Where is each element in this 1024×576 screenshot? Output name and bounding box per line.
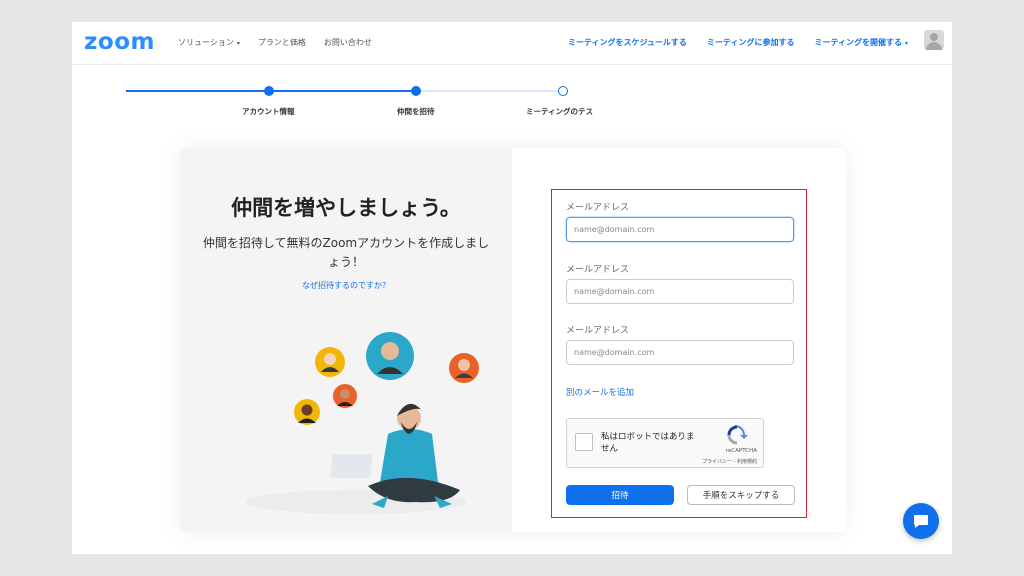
nav-contact[interactable]: お問い合わせ xyxy=(324,37,372,48)
invite-form-panel: メールアドレス メールアドレス メールアドレス 別のメールを追加 私はロボットで… xyxy=(512,148,846,532)
recaptcha-widget: 私はロボットではありません reCAPTCHA プライバシー - 利用規約 xyxy=(566,418,764,468)
nav-join-meeting[interactable]: ミーティングに参加する xyxy=(707,37,795,48)
chat-bubble-icon[interactable] xyxy=(903,503,939,539)
app-window: zoom ソリューション ▾ プランと価格 お問い合わせ ミーティングをスケジュー… xyxy=(72,22,952,554)
recaptcha-logo-icon xyxy=(727,425,748,445)
email-field-2[interactable] xyxy=(566,279,794,304)
invite-button[interactable]: 招待 xyxy=(566,485,674,505)
email-field-3[interactable] xyxy=(566,340,794,365)
step-label-test-meeting: ミーティングのテス xyxy=(526,107,594,116)
email-field-1[interactable] xyxy=(566,217,794,242)
chevron-down-icon: ▾ xyxy=(904,40,908,47)
user-avatar-icon[interactable] xyxy=(924,30,944,50)
invite-illustration xyxy=(246,332,479,514)
nav-host-meeting[interactable]: ミーティングを開催する ▾ xyxy=(814,37,908,48)
chevron-down-icon: ▾ xyxy=(236,40,240,47)
top-nav: zoom ソリューション ▾ プランと価格 お問い合わせ ミーティングをスケジュー… xyxy=(72,22,952,65)
email-label-3: メールアドレス xyxy=(566,326,630,336)
nav-solutions[interactable]: ソリューション ▾ xyxy=(178,37,240,48)
chat-icon-glyph xyxy=(914,515,928,528)
recaptcha-terms-link[interactable]: プライバシー - 利用規約 xyxy=(702,458,757,465)
recaptcha-label: 私はロボットではありません xyxy=(601,432,695,454)
step-label-account-info: アカウント情報 xyxy=(242,107,295,116)
step-dot-invite xyxy=(411,86,421,96)
step-dot-test-meeting xyxy=(558,86,568,96)
nav-left: ソリューション ▾ プランと価格 お問い合わせ xyxy=(178,37,372,48)
zoom-logo[interactable]: zoom xyxy=(84,29,155,55)
email-label-2: メールアドレス xyxy=(566,265,630,275)
invite-intro-panel: 仲間を増やしましょう。 仲間を招待して無料のZoomアカウントを作成しましょう！… xyxy=(180,148,512,532)
step-label-invite: 仲間を招待 xyxy=(397,107,435,116)
invite-form: メールアドレス メールアドレス メールアドレス 別のメールを追加 私はロボットで… xyxy=(551,189,807,518)
email-label-1: メールアドレス xyxy=(566,203,630,213)
stepper-line-pending xyxy=(416,90,562,92)
nav-schedule-meeting[interactable]: ミーティングをスケジュールする xyxy=(568,37,687,48)
recaptcha-checkbox[interactable] xyxy=(575,433,593,451)
invite-card: 仲間を増やしましょう。 仲間を招待して無料のZoomアカウントを作成しましょう！… xyxy=(180,148,846,532)
nav-plans-pricing[interactable]: プランと価格 xyxy=(258,37,306,48)
recaptcha-brand: reCAPTCHA xyxy=(725,448,757,454)
skip-step-button[interactable]: 手順をスキップする xyxy=(687,485,795,505)
step-dot-account-info xyxy=(264,86,274,96)
add-email-link[interactable]: 別のメールを追加 xyxy=(566,386,634,398)
nav-right: ミーティングをスケジュールする ミーティングに参加する ミーティングを開催する ▾ xyxy=(568,37,908,48)
